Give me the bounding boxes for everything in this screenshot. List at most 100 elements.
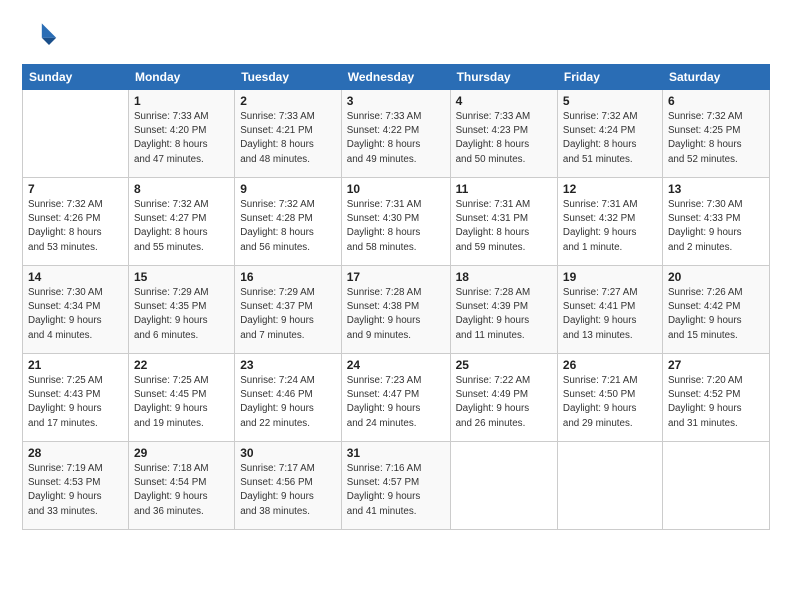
day-cell: 5 Sunrise: 7:32 AMSunset: 4:24 PMDaylight… (557, 90, 662, 178)
day-number: 5 (563, 94, 657, 108)
day-number: 29 (134, 446, 229, 460)
day-cell: 13 Sunrise: 7:30 AMSunset: 4:33 PMDayligh… (662, 178, 769, 266)
col-header-monday: Monday (128, 65, 234, 90)
day-cell: 6 Sunrise: 7:32 AMSunset: 4:25 PMDaylight… (662, 90, 769, 178)
day-cell: 16Sunrise: 7:29 AMSunset: 4:37 PMDayligh… (235, 266, 342, 354)
day-info: Sunrise: 7:29 AMSunset: 4:37 PMDaylight:… (240, 286, 336, 343)
day-cell: 18 Sunrise: 7:28 AMSunset: 4:39 PMDayligh… (450, 266, 557, 354)
day-number: 13 (668, 182, 764, 196)
day-cell: 14Sunrise: 7:30 AMSunset: 4:34 PMDayligh… (23, 266, 129, 354)
day-cell: 8 Sunrise: 7:32 AMSunset: 4:27 PMDaylight… (128, 178, 234, 266)
day-number: 2 (240, 94, 336, 108)
week-row-5: 28 Sunrise: 7:19 AMSunset: 4:53 PMDayligh… (23, 442, 770, 530)
day-number: 6 (668, 94, 764, 108)
logo (22, 18, 64, 54)
day-number: 20 (668, 270, 764, 284)
week-row-2: 7Sunrise: 7:32 AMSunset: 4:26 PMDaylight… (23, 178, 770, 266)
day-cell: 23 Sunrise: 7:24 AMSunset: 4:46 PMDayligh… (235, 354, 342, 442)
day-number: 11 (456, 182, 552, 196)
day-number: 9 (240, 182, 336, 196)
day-info: Sunrise: 7:26 AMSunset: 4:42 PMDaylight:… (668, 286, 764, 343)
day-cell: 4Sunrise: 7:33 AMSunset: 4:23 PMDaylight… (450, 90, 557, 178)
day-info: Sunrise: 7:24 AMSunset: 4:46 PMDaylight:… (240, 374, 336, 431)
col-header-wednesday: Wednesday (341, 65, 450, 90)
day-number: 28 (28, 446, 123, 460)
col-header-saturday: Saturday (662, 65, 769, 90)
day-info: Sunrise: 7:17 AMSunset: 4:56 PMDaylight:… (240, 462, 336, 519)
day-number: 18 (456, 270, 552, 284)
day-cell (557, 442, 662, 530)
day-info: Sunrise: 7:32 AMSunset: 4:27 PMDaylight:… (134, 198, 229, 255)
calendar-header-row: SundayMondayTuesdayWednesdayThursdayFrid… (23, 65, 770, 90)
day-number: 14 (28, 270, 123, 284)
day-number: 1 (134, 94, 229, 108)
col-header-sunday: Sunday (23, 65, 129, 90)
col-header-thursday: Thursday (450, 65, 557, 90)
day-cell: 24Sunrise: 7:23 AMSunset: 4:47 PMDayligh… (341, 354, 450, 442)
day-info: Sunrise: 7:32 AMSunset: 4:26 PMDaylight:… (28, 198, 123, 255)
day-info: Sunrise: 7:28 AMSunset: 4:39 PMDaylight:… (456, 286, 552, 343)
day-info: Sunrise: 7:31 AMSunset: 4:31 PMDaylight:… (456, 198, 552, 255)
col-header-friday: Friday (557, 65, 662, 90)
day-info: Sunrise: 7:33 AMSunset: 4:22 PMDaylight:… (347, 110, 445, 167)
day-info: Sunrise: 7:25 AMSunset: 4:45 PMDaylight:… (134, 374, 229, 431)
header (22, 18, 770, 54)
day-cell: 11 Sunrise: 7:31 AMSunset: 4:31 PMDayligh… (450, 178, 557, 266)
day-info: Sunrise: 7:16 AMSunset: 4:57 PMDaylight:… (347, 462, 445, 519)
day-info: Sunrise: 7:21 AMSunset: 4:50 PMDaylight:… (563, 374, 657, 431)
day-cell: 1 Sunrise: 7:33 AMSunset: 4:20 PMDaylight… (128, 90, 234, 178)
day-info: Sunrise: 7:33 AMSunset: 4:20 PMDaylight:… (134, 110, 229, 167)
day-number: 17 (347, 270, 445, 284)
day-number: 8 (134, 182, 229, 196)
day-cell: 9 Sunrise: 7:32 AMSunset: 4:28 PMDaylight… (235, 178, 342, 266)
day-cell: 31 Sunrise: 7:16 AMSunset: 4:57 PMDayligh… (341, 442, 450, 530)
day-cell (23, 90, 129, 178)
day-number: 24 (347, 358, 445, 372)
day-number: 15 (134, 270, 229, 284)
day-cell: 19 Sunrise: 7:27 AMSunset: 4:41 PMDayligh… (557, 266, 662, 354)
day-info: Sunrise: 7:28 AMSunset: 4:38 PMDaylight:… (347, 286, 445, 343)
day-info: Sunrise: 7:22 AMSunset: 4:49 PMDaylight:… (456, 374, 552, 431)
day-info: Sunrise: 7:20 AMSunset: 4:52 PMDaylight:… (668, 374, 764, 431)
day-info: Sunrise: 7:18 AMSunset: 4:54 PMDaylight:… (134, 462, 229, 519)
day-cell: 7Sunrise: 7:32 AMSunset: 4:26 PMDaylight… (23, 178, 129, 266)
day-cell (450, 442, 557, 530)
col-header-tuesday: Tuesday (235, 65, 342, 90)
day-number: 3 (347, 94, 445, 108)
day-cell: 17 Sunrise: 7:28 AMSunset: 4:38 PMDayligh… (341, 266, 450, 354)
day-info: Sunrise: 7:31 AMSunset: 4:30 PMDaylight:… (347, 198, 445, 255)
day-info: Sunrise: 7:32 AMSunset: 4:25 PMDaylight:… (668, 110, 764, 167)
page: SundayMondayTuesdayWednesdayThursdayFrid… (0, 0, 792, 612)
day-cell: 25Sunrise: 7:22 AMSunset: 4:49 PMDayligh… (450, 354, 557, 442)
day-cell: 28 Sunrise: 7:19 AMSunset: 4:53 PMDayligh… (23, 442, 129, 530)
week-row-3: 14Sunrise: 7:30 AMSunset: 4:34 PMDayligh… (23, 266, 770, 354)
day-number: 23 (240, 358, 336, 372)
day-info: Sunrise: 7:19 AMSunset: 4:53 PMDaylight:… (28, 462, 123, 519)
day-info: Sunrise: 7:29 AMSunset: 4:35 PMDaylight:… (134, 286, 229, 343)
day-info: Sunrise: 7:32 AMSunset: 4:28 PMDaylight:… (240, 198, 336, 255)
day-cell: 10Sunrise: 7:31 AMSunset: 4:30 PMDayligh… (341, 178, 450, 266)
day-cell: 30 Sunrise: 7:17 AMSunset: 4:56 PMDayligh… (235, 442, 342, 530)
day-cell: 27 Sunrise: 7:20 AMSunset: 4:52 PMDayligh… (662, 354, 769, 442)
day-number: 30 (240, 446, 336, 460)
day-info: Sunrise: 7:31 AMSunset: 4:32 PMDaylight:… (563, 198, 657, 255)
day-info: Sunrise: 7:30 AMSunset: 4:33 PMDaylight:… (668, 198, 764, 255)
day-cell: 15 Sunrise: 7:29 AMSunset: 4:35 PMDayligh… (128, 266, 234, 354)
week-row-1: 1 Sunrise: 7:33 AMSunset: 4:20 PMDaylight… (23, 90, 770, 178)
day-number: 27 (668, 358, 764, 372)
day-info: Sunrise: 7:27 AMSunset: 4:41 PMDaylight:… (563, 286, 657, 343)
day-number: 22 (134, 358, 229, 372)
day-cell: 21Sunrise: 7:25 AMSunset: 4:43 PMDayligh… (23, 354, 129, 442)
day-cell: 29 Sunrise: 7:18 AMSunset: 4:54 PMDayligh… (128, 442, 234, 530)
day-number: 12 (563, 182, 657, 196)
logo-icon (22, 18, 58, 54)
day-cell: 3 Sunrise: 7:33 AMSunset: 4:22 PMDaylight… (341, 90, 450, 178)
day-cell: 20 Sunrise: 7:26 AMSunset: 4:42 PMDayligh… (662, 266, 769, 354)
day-number: 26 (563, 358, 657, 372)
day-cell: 26 Sunrise: 7:21 AMSunset: 4:50 PMDayligh… (557, 354, 662, 442)
day-number: 19 (563, 270, 657, 284)
day-info: Sunrise: 7:33 AMSunset: 4:23 PMDaylight:… (456, 110, 552, 167)
day-info: Sunrise: 7:32 AMSunset: 4:24 PMDaylight:… (563, 110, 657, 167)
day-number: 31 (347, 446, 445, 460)
day-number: 21 (28, 358, 123, 372)
